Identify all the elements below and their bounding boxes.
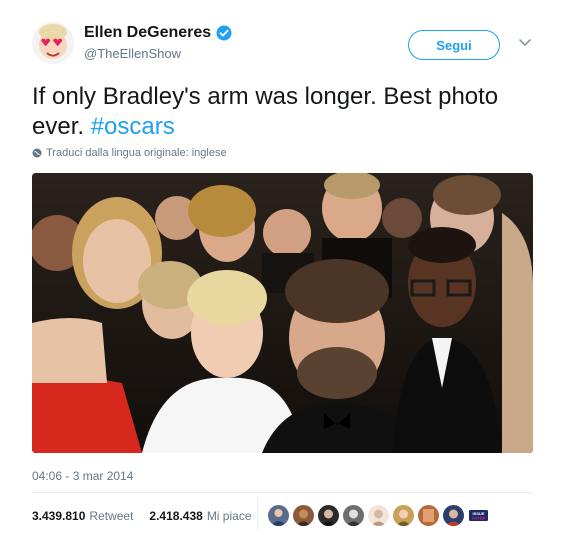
- ellen-heart-eyes-avatar-icon: [32, 22, 74, 64]
- author-display-name[interactable]: Ellen DeGeneres: [84, 24, 211, 42]
- like-count[interactable]: 2.418.438: [149, 509, 202, 523]
- verified-badge-icon: [216, 25, 232, 41]
- liker-avatar-icon: [368, 505, 389, 526]
- follow-button[interactable]: Segui: [408, 30, 500, 60]
- liker-avatar[interactable]: [393, 505, 414, 526]
- chevron-down-icon[interactable]: [518, 38, 532, 48]
- liker-avatar-icon: [393, 505, 414, 526]
- liker-avatar-icon: [318, 505, 339, 526]
- liker-avatar-icon: [293, 505, 314, 526]
- svg-text:VOTER: VOTER: [472, 516, 486, 521]
- hashtag-link[interactable]: #oscars: [91, 113, 175, 140]
- liker-avatars: ISSUE VOTER: [268, 505, 489, 526]
- liker-avatar-icon: [343, 505, 364, 526]
- liker-avatar[interactable]: [268, 505, 289, 526]
- liker-avatar[interactable]: [343, 505, 364, 526]
- liker-avatar-icon: [268, 505, 289, 526]
- liker-avatar-icon: [443, 505, 464, 526]
- retweet-count[interactable]: 3.439.810: [32, 509, 85, 523]
- author-name-row[interactable]: Ellen DeGeneres: [84, 24, 232, 42]
- tweet-stats: 3.439.810 Retweet 2.418.438 Mi piace: [32, 509, 252, 523]
- tweet-photo[interactable]: [32, 173, 533, 453]
- liker-avatar[interactable]: [318, 505, 339, 526]
- liker-avatar[interactable]: [418, 505, 439, 526]
- retweet-label[interactable]: Retweet: [89, 509, 133, 523]
- liker-avatar-icon: [418, 505, 439, 526]
- like-label[interactable]: Mi piace: [207, 509, 252, 523]
- oscars-selfie-photo: [32, 173, 533, 453]
- issue-voter-avatar-icon: ISSUEVOTER: [468, 505, 489, 526]
- translate-label[interactable]: Traduci dalla lingua originale: inglese: [46, 147, 227, 159]
- author-handle[interactable]: @TheEllenShow: [84, 46, 181, 61]
- stats-top-divider: [32, 492, 533, 493]
- author-avatar[interactable]: [32, 22, 74, 64]
- liker-avatar[interactable]: [293, 505, 314, 526]
- stats-vertical-divider: [257, 497, 258, 531]
- liker-avatar[interactable]: [368, 505, 389, 526]
- tweet-timestamp[interactable]: 04:06 - 3 mar 2014: [32, 469, 133, 483]
- globe-icon: [32, 148, 42, 158]
- tweet-text: If only Bradley's arm was longer. Best p…: [32, 82, 532, 142]
- liker-avatar[interactable]: [443, 505, 464, 526]
- issue-voter-avatar[interactable]: ISSUE VOTER: [468, 505, 489, 526]
- translate-link[interactable]: Traduci dalla lingua originale: inglese: [32, 147, 227, 159]
